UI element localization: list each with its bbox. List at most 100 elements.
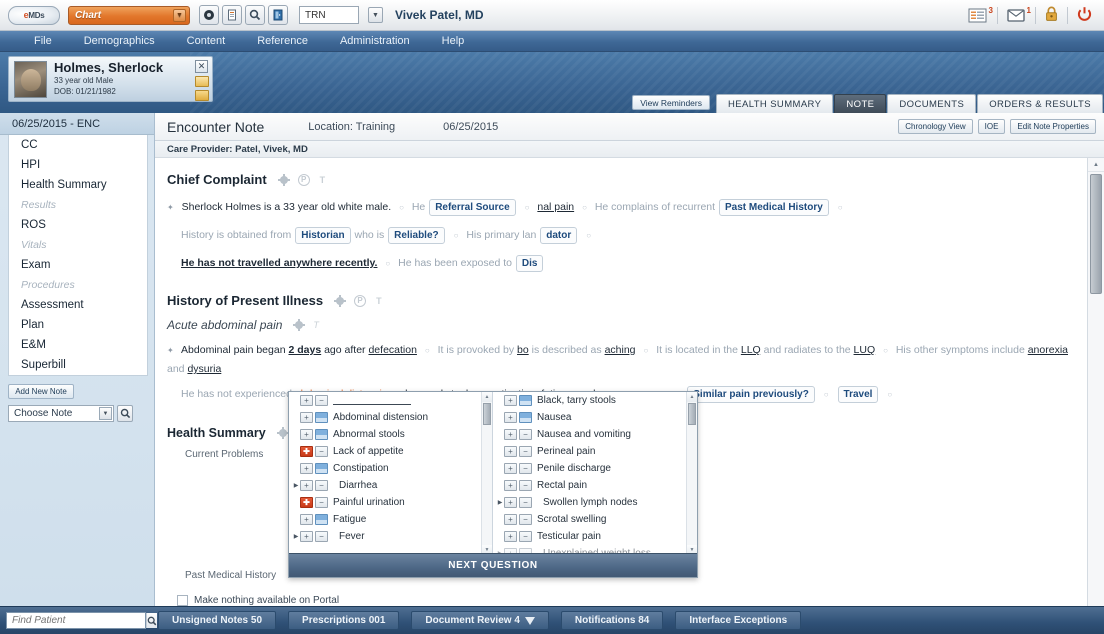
close-icon[interactable]: ✕	[195, 60, 208, 73]
menu-item-content[interactable]: Content	[171, 31, 242, 52]
hpi-p7[interactable]: His other symptoms include	[896, 344, 1025, 356]
tab-documents[interactable]: DOCUMENTS	[887, 94, 976, 113]
text-icon[interactable]: T	[320, 175, 326, 185]
list-item[interactable]: + −	[289, 392, 492, 409]
messages-icon[interactable]: 1	[1007, 8, 1026, 23]
remove-box-icon[interactable]: −	[315, 395, 328, 406]
scrollbar-thumb[interactable]	[483, 403, 491, 425]
patient-card[interactable]: Holmes, Sherlock 33 year old Male DOB: 0…	[8, 56, 213, 102]
door-icon[interactable]	[268, 5, 288, 25]
gear-icon-hpi[interactable]	[336, 297, 344, 305]
hpi2-p1[interactable]: He has not experienced	[181, 388, 292, 400]
state-box-icon[interactable]	[315, 463, 328, 474]
hpi-u6[interactable]: LUQ	[854, 344, 876, 356]
cc3-text-1[interactable]: He has not travelled anywhere recently.	[181, 257, 377, 269]
list-item[interactable]: + Nausea	[493, 409, 697, 426]
note-body-scrollbar[interactable]: ▲	[1087, 158, 1104, 606]
portal-checkbox[interactable]	[177, 595, 188, 606]
alert-box-icon[interactable]: ✚	[300, 446, 313, 457]
tab-health-summary[interactable]: HEALTH SUMMARY	[716, 94, 833, 113]
cc-text-2[interactable]: He	[412, 201, 425, 213]
remove-box-icon[interactable]: −	[315, 446, 328, 457]
add-box-icon[interactable]: +	[300, 412, 313, 423]
search-chart-icon[interactable]	[245, 5, 265, 25]
hpi-u2[interactable]: defecation	[368, 344, 416, 356]
list-item[interactable]: + − Testicular pain	[493, 528, 697, 545]
state-box-icon[interactable]	[519, 395, 532, 406]
patient-instruction-icon[interactable]: P	[298, 174, 310, 186]
record-icon[interactable]	[199, 5, 219, 25]
cc-chip-reliable[interactable]: Reliable?	[388, 227, 444, 244]
hpi-p1[interactable]: Abdominal pain began	[181, 344, 286, 356]
edit-note-properties-button[interactable]: Edit Note Properties	[1010, 119, 1096, 134]
chronology-view-button[interactable]: Chronology View	[898, 119, 972, 134]
scroll-up-icon[interactable]: ▲	[482, 392, 492, 402]
tasks-icon[interactable]: 3	[968, 8, 988, 23]
add-box-icon[interactable]: +	[504, 531, 517, 542]
note-search-icon[interactable]	[117, 405, 133, 422]
add-box-icon[interactable]: +	[300, 514, 313, 525]
cc3-text-2[interactable]: He has been exposed to	[398, 257, 512, 269]
remove-box-icon[interactable]: −	[315, 497, 328, 508]
remove-box-icon[interactable]: −	[315, 480, 328, 491]
lock-icon[interactable]	[1045, 6, 1058, 25]
search-icon[interactable]	[146, 613, 157, 628]
cc-chip-dator[interactable]: dator	[540, 227, 577, 244]
menu-item-file[interactable]: File	[18, 31, 68, 52]
folder-open-icon[interactable]	[195, 76, 209, 87]
document-icon[interactable]	[222, 5, 242, 25]
cc-chip-historian[interactable]: Historian	[295, 227, 350, 244]
hpi-u5[interactable]: LLQ	[741, 344, 761, 356]
remove-box-icon[interactable]: −	[315, 531, 328, 542]
add-box-icon[interactable]: +	[300, 429, 313, 440]
right-column-scrollbar[interactable]: ▲ ▼	[686, 392, 697, 555]
list-item[interactable]: + Abdominal distension	[289, 409, 492, 426]
remove-box-icon[interactable]: −	[519, 514, 532, 525]
add-box-icon[interactable]: +	[504, 480, 517, 491]
find-patient-input[interactable]	[7, 615, 146, 626]
sidebar-item-superbill[interactable]: Superbill	[9, 355, 147, 375]
add-box-icon[interactable]: +	[504, 412, 517, 423]
tab-orders-results[interactable]: ORDERS & RESULTS	[977, 94, 1103, 113]
scroll-up-icon[interactable]: ▲	[687, 392, 697, 402]
text-icon-hpi-sub[interactable]: T	[313, 320, 319, 330]
context-select[interactable]: TRN	[299, 6, 359, 24]
sidebar-item-hpi[interactable]: HPI	[9, 155, 147, 175]
list-item[interactable]: + − Perineal pain	[493, 443, 697, 460]
add-box-icon[interactable]: +	[504, 514, 517, 525]
remove-box-icon[interactable]: −	[519, 480, 532, 491]
hpi-p6[interactable]: and radiates to the	[764, 344, 851, 356]
sidebar-item-em[interactable]: E&M	[9, 335, 147, 355]
tab-note[interactable]: NOTE	[834, 94, 886, 113]
list-item[interactable]: + Black, tarry stools	[493, 392, 697, 409]
chevron-down-icon[interactable]: ▼	[173, 9, 186, 22]
scrollbar-thumb[interactable]	[1090, 174, 1102, 294]
remove-box-icon[interactable]: −	[519, 429, 532, 440]
sidebar-item-vitals[interactable]: Vitals	[9, 235, 147, 255]
patient-instruction-icon-hpi[interactable]: P	[354, 295, 366, 307]
hpi-p2[interactable]: ago after	[324, 344, 365, 356]
sidebar-item-assessment[interactable]: Assessment	[9, 295, 147, 315]
sidebar-item-exam[interactable]: Exam	[9, 255, 147, 275]
sidebar-item-procedures[interactable]: Procedures	[9, 275, 147, 295]
hpi-chip-similar-pain[interactable]: Similar pain previously?	[687, 386, 815, 403]
ioe-button[interactable]: IOE	[978, 119, 1006, 134]
sidebar-header-encounter[interactable]: 06/25/2015 - ENC	[0, 113, 154, 135]
add-box-icon[interactable]: +	[504, 429, 517, 440]
cc2-text-2[interactable]: who is	[354, 229, 384, 241]
cc-chip-dis[interactable]: Dis	[516, 255, 544, 272]
list-item[interactable]: + − Penile discharge	[493, 460, 697, 477]
remove-box-icon[interactable]: −	[519, 497, 532, 508]
menu-item-help[interactable]: Help	[426, 31, 481, 52]
add-box-icon[interactable]: +	[300, 531, 313, 542]
add-box-icon[interactable]: +	[504, 463, 517, 474]
status-interface-exceptions[interactable]: Interface Exceptions	[675, 611, 801, 630]
list-item[interactable]: + − Scrotal swelling	[493, 511, 697, 528]
power-icon[interactable]	[1077, 6, 1092, 25]
sidebar-item-health-summary[interactable]: Health Summary	[9, 175, 147, 195]
status-prescriptions[interactable]: Prescriptions 001	[288, 611, 399, 630]
sidebar-item-plan[interactable]: Plan	[9, 315, 147, 335]
gear-icon[interactable]	[280, 176, 288, 184]
sidebar-item-ros[interactable]: ROS	[9, 215, 147, 235]
expand-caret-icon[interactable]: ▶	[292, 482, 300, 489]
